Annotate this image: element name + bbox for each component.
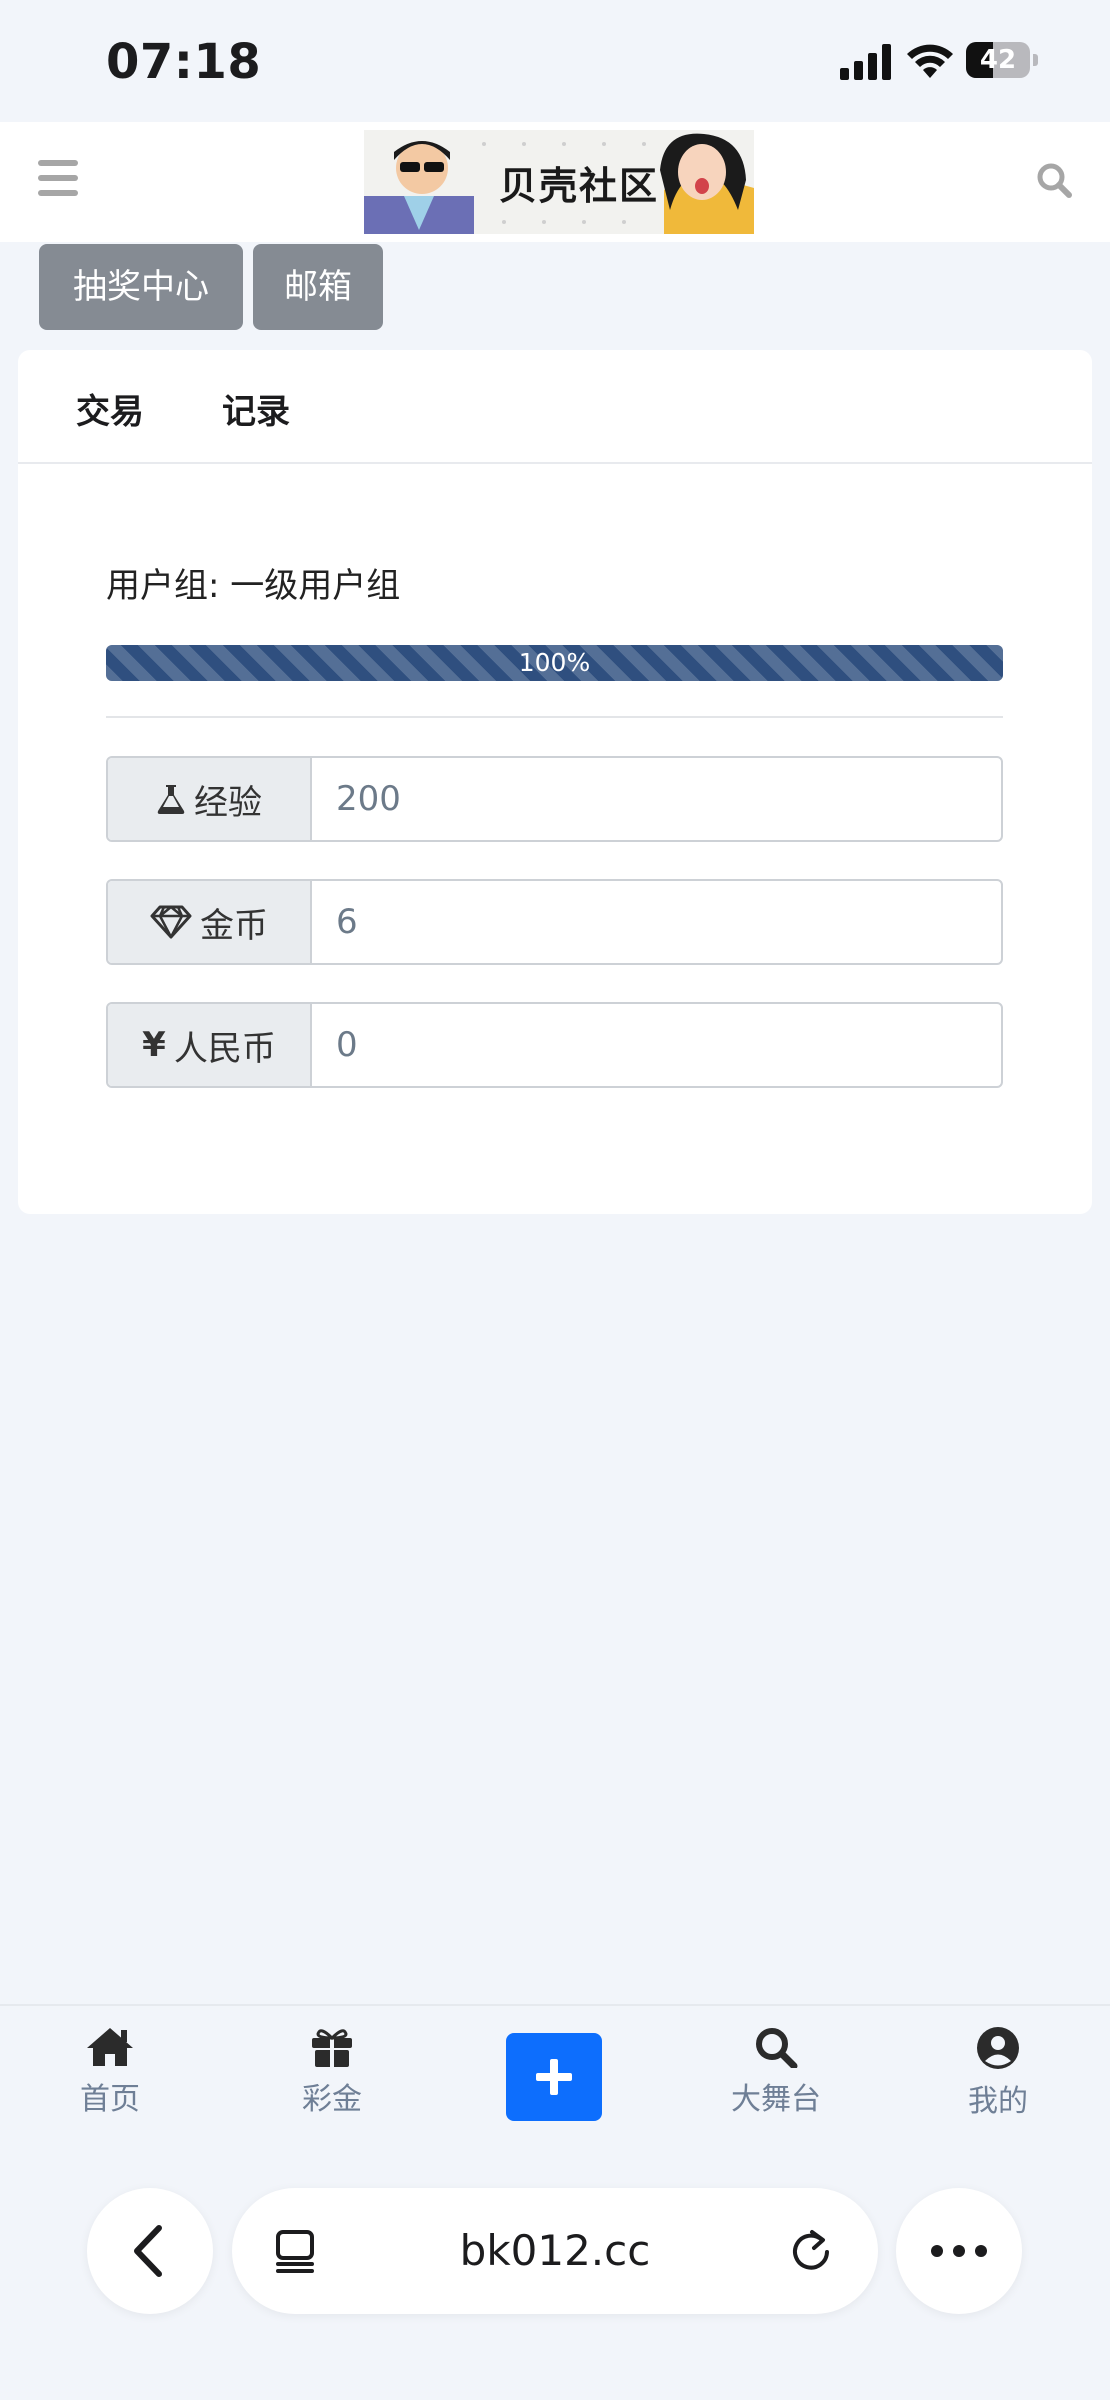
nav-home-label: 首页 [80, 2082, 140, 2117]
lottery-center-button[interactable]: 抽奖中心 [39, 244, 243, 330]
gold-coin-value[interactable]: 6 [336, 881, 358, 963]
search-icon [756, 2028, 798, 2068]
nav-mine[interactable]: 我的 [928, 2026, 1068, 2120]
site-logo[interactable]: 贝壳社区 [364, 130, 754, 234]
yen-icon: ¥ [142, 1025, 166, 1065]
status-bar: 07:18 42 [0, 0, 1110, 120]
nav-stage[interactable]: 大舞台 [706, 2026, 846, 2118]
rmb-label-text: 人民币 [173, 1028, 276, 1069]
gold-coin-label-text: 金币 [200, 905, 268, 946]
card-tabs: 交易 记录 [18, 350, 1092, 464]
mailbox-button[interactable]: 邮箱 [253, 244, 383, 330]
nav-home[interactable]: 首页 [40, 2026, 180, 2118]
gold-coin-field: 金币 6 [106, 879, 1003, 965]
battery-level-text: 42 [979, 45, 1017, 75]
battery-icon: 42 [966, 42, 1038, 80]
divider [106, 716, 1003, 718]
more-button[interactable] [896, 2188, 1022, 2314]
rmb-label: ¥ 人民币 [108, 1004, 312, 1086]
wifi-icon [907, 44, 953, 78]
signal-icon [840, 44, 891, 80]
plus-icon [536, 2059, 572, 2095]
back-button[interactable] [87, 2188, 213, 2314]
flask-icon [157, 785, 185, 814]
experience-field: 经验 200 [106, 756, 1003, 842]
user-group-label: 用户组: 一级用户组 [106, 566, 401, 606]
rmb-field: ¥ 人民币 0 [106, 1002, 1003, 1088]
experience-label-text: 经验 [194, 782, 262, 823]
experience-value[interactable]: 200 [336, 758, 401, 840]
nav-bonus[interactable]: 彩金 [262, 2026, 402, 2118]
progress-text: 100% [518, 648, 591, 677]
diamond-icon [150, 905, 192, 939]
add-post-button[interactable] [506, 2033, 602, 2121]
url-text: bk012.cc [459, 2226, 651, 2275]
status-time: 07:18 [106, 34, 262, 90]
tab-trade[interactable]: 交易 [76, 384, 144, 433]
reload-icon[interactable] [788, 2228, 834, 2274]
address-bar[interactable]: bk012.cc [232, 2188, 878, 2314]
search-icon[interactable] [1036, 162, 1072, 198]
nav-mine-label: 我的 [968, 2084, 1028, 2119]
gift-icon [312, 2029, 352, 2067]
hamburger-menu-icon[interactable] [38, 160, 78, 196]
nav-stage-label: 大舞台 [731, 2082, 821, 2117]
user-circle-icon [977, 2027, 1019, 2069]
chevron-left-icon [134, 2225, 162, 2277]
more-icon [931, 2245, 987, 2257]
level-progress-bar: 100% [106, 645, 1003, 681]
logo-text: 贝壳社区 [498, 164, 659, 208]
home-icon [87, 2028, 133, 2066]
experience-label: 经验 [108, 758, 312, 840]
gold-coin-label: 金币 [108, 881, 312, 963]
tab-records[interactable]: 记录 [222, 384, 290, 433]
nav-bonus-label: 彩金 [302, 2082, 362, 2117]
rmb-value[interactable]: 0 [336, 1004, 358, 1086]
